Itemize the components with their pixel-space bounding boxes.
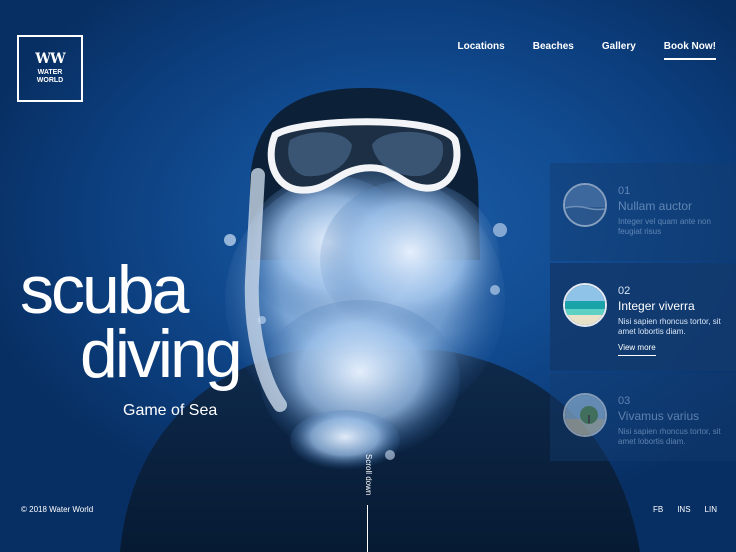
logo-name-line1: WATER (37, 69, 63, 76)
main-nav: Locations Beaches Gallery Book Now! (429, 41, 716, 60)
card-item-01[interactable]: 01 Nullam auctor Integer vel quam ante n… (550, 163, 736, 261)
card-title: Vivamus varius (618, 409, 700, 423)
view-more-link[interactable]: View more (618, 343, 656, 356)
card-number: 02 (618, 285, 631, 297)
beach-icon (563, 283, 607, 327)
social-links: FB INS LIN (653, 505, 717, 514)
nav-beaches[interactable]: Beaches (533, 41, 574, 60)
island-icon (563, 393, 607, 437)
nav-locations[interactable]: Locations (457, 41, 504, 60)
card-description: Nisi sapien rhoncus tortor, sit amet lob… (618, 427, 721, 446)
scroll-down-line (367, 505, 368, 552)
social-link-fb[interactable]: FB (653, 505, 663, 514)
social-link-ins[interactable]: INS (677, 505, 690, 514)
hero-subtitle: Game of Sea (123, 402, 218, 419)
destination-cards: 01 Nullam auctor Integer vel quam ante n… (550, 163, 736, 463)
card-description: Nisi sapien rhoncus tortor, sit amet lob… (618, 317, 721, 336)
social-link-lin[interactable]: LIN (705, 505, 717, 514)
card-description: Integer vel quam ante non feugiat risus (618, 217, 711, 236)
brand-logo[interactable]: WW WATER WORLD (17, 35, 83, 102)
ocean-icon (563, 183, 607, 227)
hero-title-line1: scuba (20, 252, 189, 328)
nav-book-now[interactable]: Book Now! (663, 41, 716, 60)
card-number: 03 (618, 395, 631, 407)
logo-name-line2: WORLD (36, 77, 64, 84)
logo-text: WATER WORLD (37, 69, 63, 85)
card-item-02[interactable]: 02 Integer viverra Nisi sapien rhoncus t… (550, 263, 736, 371)
card-item-03[interactable]: 03 Vivamus varius Nisi sapien rhoncus to… (550, 373, 736, 461)
nav-gallery[interactable]: Gallery (602, 41, 636, 60)
card-title: Nullam auctor (618, 199, 693, 213)
hero-title-line2: diving (80, 316, 243, 392)
card-number: 01 (618, 185, 631, 197)
card-title: Integer viverra (618, 299, 695, 313)
logo-mark: WW (35, 51, 65, 67)
scroll-down-label[interactable]: Scroll down (364, 454, 373, 495)
copyright-text: © 2018 Water World (21, 505, 94, 514)
